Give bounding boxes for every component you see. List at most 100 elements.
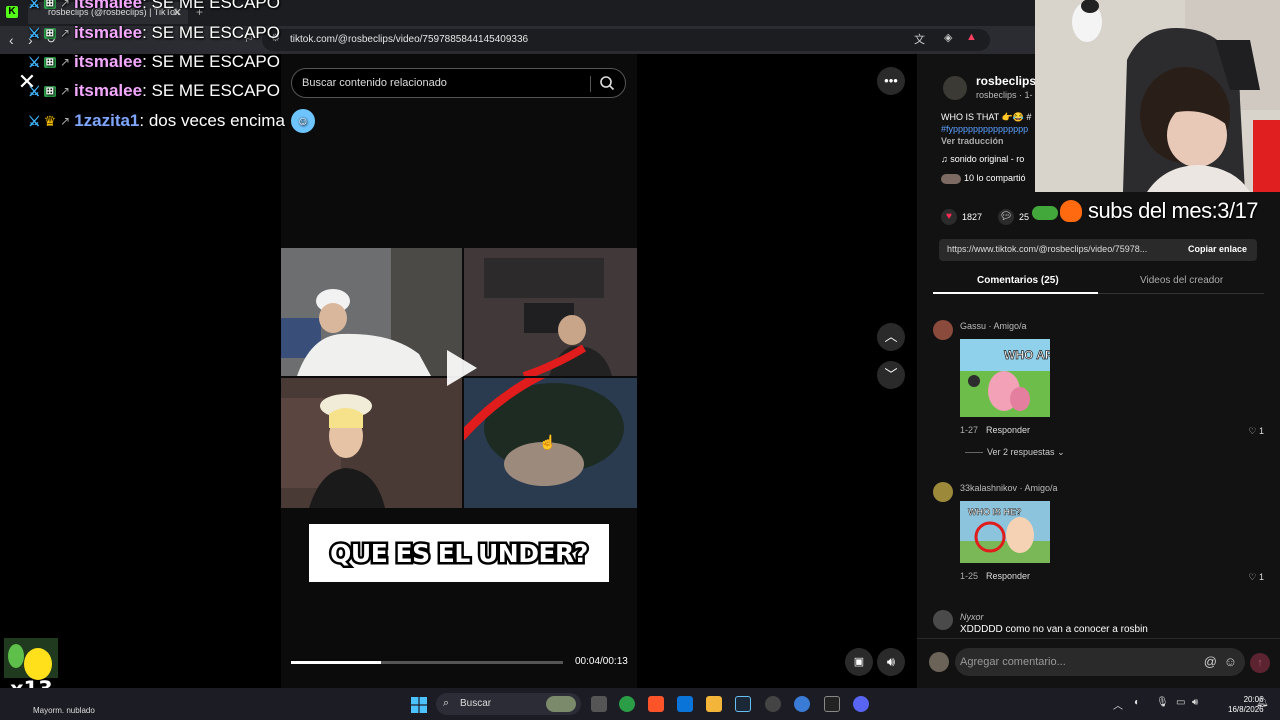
commenter-avatar[interactable] xyxy=(933,610,953,630)
search-icon[interactable] xyxy=(599,75,615,91)
tray-discord-icon[interactable]: ◐ xyxy=(1134,697,1140,708)
chat-text: : dos veces encima xyxy=(139,111,285,130)
chat-username[interactable]: 1zazita1 xyxy=(74,111,139,131)
chat-username[interactable]: itsmalee xyxy=(74,0,142,13)
see-replies-button[interactable]: Ver 2 respuestas ⌄ xyxy=(965,447,1065,458)
video-quadrant-top-left xyxy=(281,248,462,376)
video-hashtags[interactable]: #fyppppppppppppppp xyxy=(941,124,1028,134)
tag-badge-icon: ↗ xyxy=(59,84,71,98)
comment-sticker-image[interactable]: WHO ARE YOU?! xyxy=(960,339,1050,417)
comment-like[interactable]: ♡ 1 xyxy=(1248,572,1264,583)
see-translation-link[interactable]: Ver traducción xyxy=(941,136,1004,146)
volume-icon[interactable]: 🔊︎ xyxy=(877,648,905,676)
emoji-icon[interactable]: ☺ xyxy=(1224,654,1237,669)
comment-date: 1-27 xyxy=(960,425,979,435)
discord-icon[interactable] xyxy=(853,696,869,712)
shared-avatars-icon xyxy=(941,173,961,184)
folder-icon[interactable] xyxy=(706,696,722,712)
comment-icon[interactable]: 💬︎ xyxy=(998,209,1015,225)
weather-text[interactable]: Mayorm. nublado xyxy=(33,706,95,715)
rewards-icon[interactable]: ▲ xyxy=(966,31,977,43)
brave-icon[interactable] xyxy=(648,696,664,712)
webcam-overlay xyxy=(1035,0,1280,192)
send-comment-button[interactable]: ↑ xyxy=(1250,653,1270,673)
screen: K rosbeclips (@rosbeclips) | TikTok ✕ + … xyxy=(0,0,1280,720)
chrome-icon[interactable] xyxy=(619,696,635,712)
video-progress-bar[interactable] xyxy=(291,661,563,664)
comment-input[interactable] xyxy=(960,648,1190,676)
comment-like[interactable]: ♡ 1 xyxy=(1248,426,1264,437)
task-view-icon[interactable] xyxy=(591,696,607,712)
tab-active-indicator xyxy=(933,292,1098,294)
author-avatar[interactable] xyxy=(943,76,967,100)
comment-like-count: 1 xyxy=(1258,426,1264,436)
chat-username[interactable]: itsmalee xyxy=(74,52,142,72)
comment-username[interactable]: 33kalashnikov · Amigo/a xyxy=(960,483,1058,493)
commenter-avatar[interactable] xyxy=(933,320,953,340)
microphone-icon[interactable]: 🎙︎ xyxy=(1156,697,1169,708)
comment-meta: 1-25 Responder xyxy=(960,571,1030,581)
music-row[interactable]: ♫ sonido original - ro xyxy=(941,154,1024,164)
heart-icon[interactable]: ♥ xyxy=(941,209,957,225)
user-avatar[interactable] xyxy=(929,652,949,672)
steam-icon[interactable] xyxy=(735,696,751,712)
url-field[interactable]: ⚙ tiktok.com/@rosbeclips/video/759788584… xyxy=(262,29,990,51)
video-time: 00:04/00:13 xyxy=(575,656,628,667)
obs-icon[interactable] xyxy=(765,696,781,712)
sword-badge-icon: ⚔ xyxy=(28,53,41,70)
sub-badge-icon: ⊞ xyxy=(43,0,56,9)
reply-button[interactable]: Responder xyxy=(986,571,1030,581)
search-icon: ⌕ xyxy=(443,697,450,709)
search-highlight-icon xyxy=(546,696,576,712)
tab-creator-videos[interactable]: Videos del creador xyxy=(1140,275,1223,286)
close-icon[interactable]: ✕ xyxy=(15,70,39,94)
see-replies-label: Ver 2 respuestas xyxy=(987,447,1055,457)
chat-username[interactable]: itsmalee xyxy=(74,81,142,101)
chat-text: : SE ME ESCAPO xyxy=(142,0,280,12)
author-name[interactable]: rosbeclips xyxy=(976,74,1036,88)
more-options-icon[interactable]: ••• xyxy=(877,67,905,95)
copy-link-button[interactable]: Copiar enlace xyxy=(1188,244,1247,254)
translate-icon[interactable]: 文 xyxy=(914,31,925,47)
comment-input-field[interactable]: @ ☺ xyxy=(955,648,1245,676)
network-icon[interactable]: ▭ xyxy=(1176,697,1185,708)
video-player[interactable]: ☝ xyxy=(281,248,637,508)
mention-icon[interactable]: @ xyxy=(1204,654,1217,669)
comment-sticker-image[interactable]: WHO IS HE? xyxy=(960,501,1050,563)
share-link[interactable]: https://www.tiktok.com/@rosbeclips/video… xyxy=(947,244,1175,254)
subs-goal: subs del mes:3/17 xyxy=(1030,196,1259,226)
notification-icon[interactable]: 🔔︎ xyxy=(1256,697,1269,708)
commenter-avatar[interactable] xyxy=(933,482,953,502)
comment-date: 1-25 xyxy=(960,571,979,581)
tag-badge-icon: ↗ xyxy=(60,114,71,128)
shared-label: 10 lo compartió xyxy=(964,173,1026,183)
speaker-icon[interactable]: 🔊︎ xyxy=(1192,697,1198,708)
pip-icon[interactable]: ▣ xyxy=(845,648,873,676)
app-icon[interactable] xyxy=(824,696,840,712)
comment-username[interactable]: Nyxor xyxy=(960,612,984,622)
fire-icon xyxy=(1030,198,1088,224)
app-c-icon[interactable] xyxy=(794,696,810,712)
related-search-input[interactable]: Buscar contenido relacionado xyxy=(291,68,626,98)
chat-message: ⚔ ⊞ ↗ itsmalee: SE ME ESCAPO xyxy=(28,0,280,16)
video-description: WHO IS THAT 👉😂 # xyxy=(941,112,1032,122)
music-label: sonido original - ro xyxy=(950,154,1025,164)
chat-username[interactable]: itsmalee xyxy=(74,23,142,43)
windows-start-icon[interactable] xyxy=(411,697,427,713)
comment-username[interactable]: Gassu · Amigo/a xyxy=(960,321,1027,331)
taskbar-search[interactable]: ⌕ Buscar xyxy=(436,693,581,715)
sub-badge-icon: ⊞ xyxy=(43,56,56,68)
play-icon[interactable] xyxy=(443,348,479,388)
store-icon[interactable] xyxy=(677,696,693,712)
previous-video-icon[interactable]: ︿ xyxy=(877,323,905,351)
reply-button[interactable]: Responder xyxy=(986,425,1030,435)
next-video-icon[interactable]: ﹀ xyxy=(877,361,905,389)
shield-icon[interactable]: ◈ xyxy=(944,31,952,44)
back-icon[interactable]: ‹ xyxy=(9,32,14,48)
comment-count: 25 xyxy=(1019,212,1030,222)
tab-comments[interactable]: Comentarios (25) xyxy=(977,275,1059,286)
comment-heart-icon: ♡ xyxy=(1248,572,1259,582)
tray-expand-icon[interactable]: ︿ xyxy=(1113,697,1123,712)
replies-line xyxy=(965,452,983,454)
sub-badge-icon: ⊞ xyxy=(43,85,56,97)
